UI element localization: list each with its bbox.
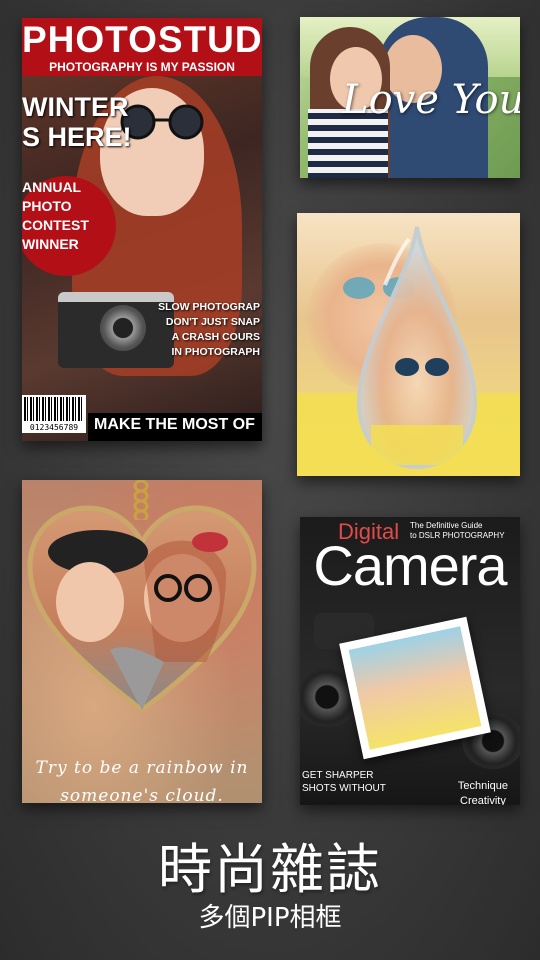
cover-headline: WINTER S HERE!: [22, 92, 132, 152]
magazine-masthead: PHOTOSTUDIO: [22, 19, 262, 60]
love-you-frame[interactable]: Love You: [300, 17, 520, 178]
photostudio-magazine-frame[interactable]: PHOTOSTUDIO PHOTOGRAPHY IS MY PASSION WI…: [22, 18, 262, 441]
cover-bottom-line: MAKE THE MOST OF: [94, 416, 255, 433]
cover-left-copy: GET SHARPER SHOTS WITHOUT: [302, 770, 386, 794]
barcode: 0123456789: [22, 395, 86, 433]
heart-frame-icon: [27, 505, 257, 714]
magazine-tagline: PHOTOGRAPHY IS MY PASSION: [49, 60, 235, 74]
rainbow-quote: Try to be a rainbow in someone's cloud.: [35, 758, 249, 803]
digital-camera-magazine-frame[interactable]: Digital The Definitive Guide to DSLR PHO…: [300, 517, 520, 805]
photo-placeholder: [348, 626, 482, 750]
page-subtitle: 多個PIP相框: [198, 903, 342, 933]
page-title: 時尚雜誌: [158, 838, 382, 901]
heart-pendant-frame[interactable]: Try to be a rainbow in someone's cloud.: [22, 480, 262, 803]
cover-side-copy: SLOW PHOTOGRAP DON'T JUST SNAP A CRASH C…: [158, 301, 260, 358]
barcode-lines: [24, 397, 84, 421]
contest-badge-text: ANNUAL PHOTO CONTEST WINNER: [22, 179, 89, 252]
cover-right-copy: Technique Creativity: [457, 780, 508, 805]
magazine-title: Camera: [313, 534, 507, 597]
water-drop-icon: [357, 226, 477, 469]
water-drop-frame[interactable]: [297, 213, 520, 476]
love-you-script: Love You: [342, 77, 520, 123]
camera-lens-icon: [100, 305, 146, 351]
barcode-number: 0123456789: [29, 423, 79, 432]
